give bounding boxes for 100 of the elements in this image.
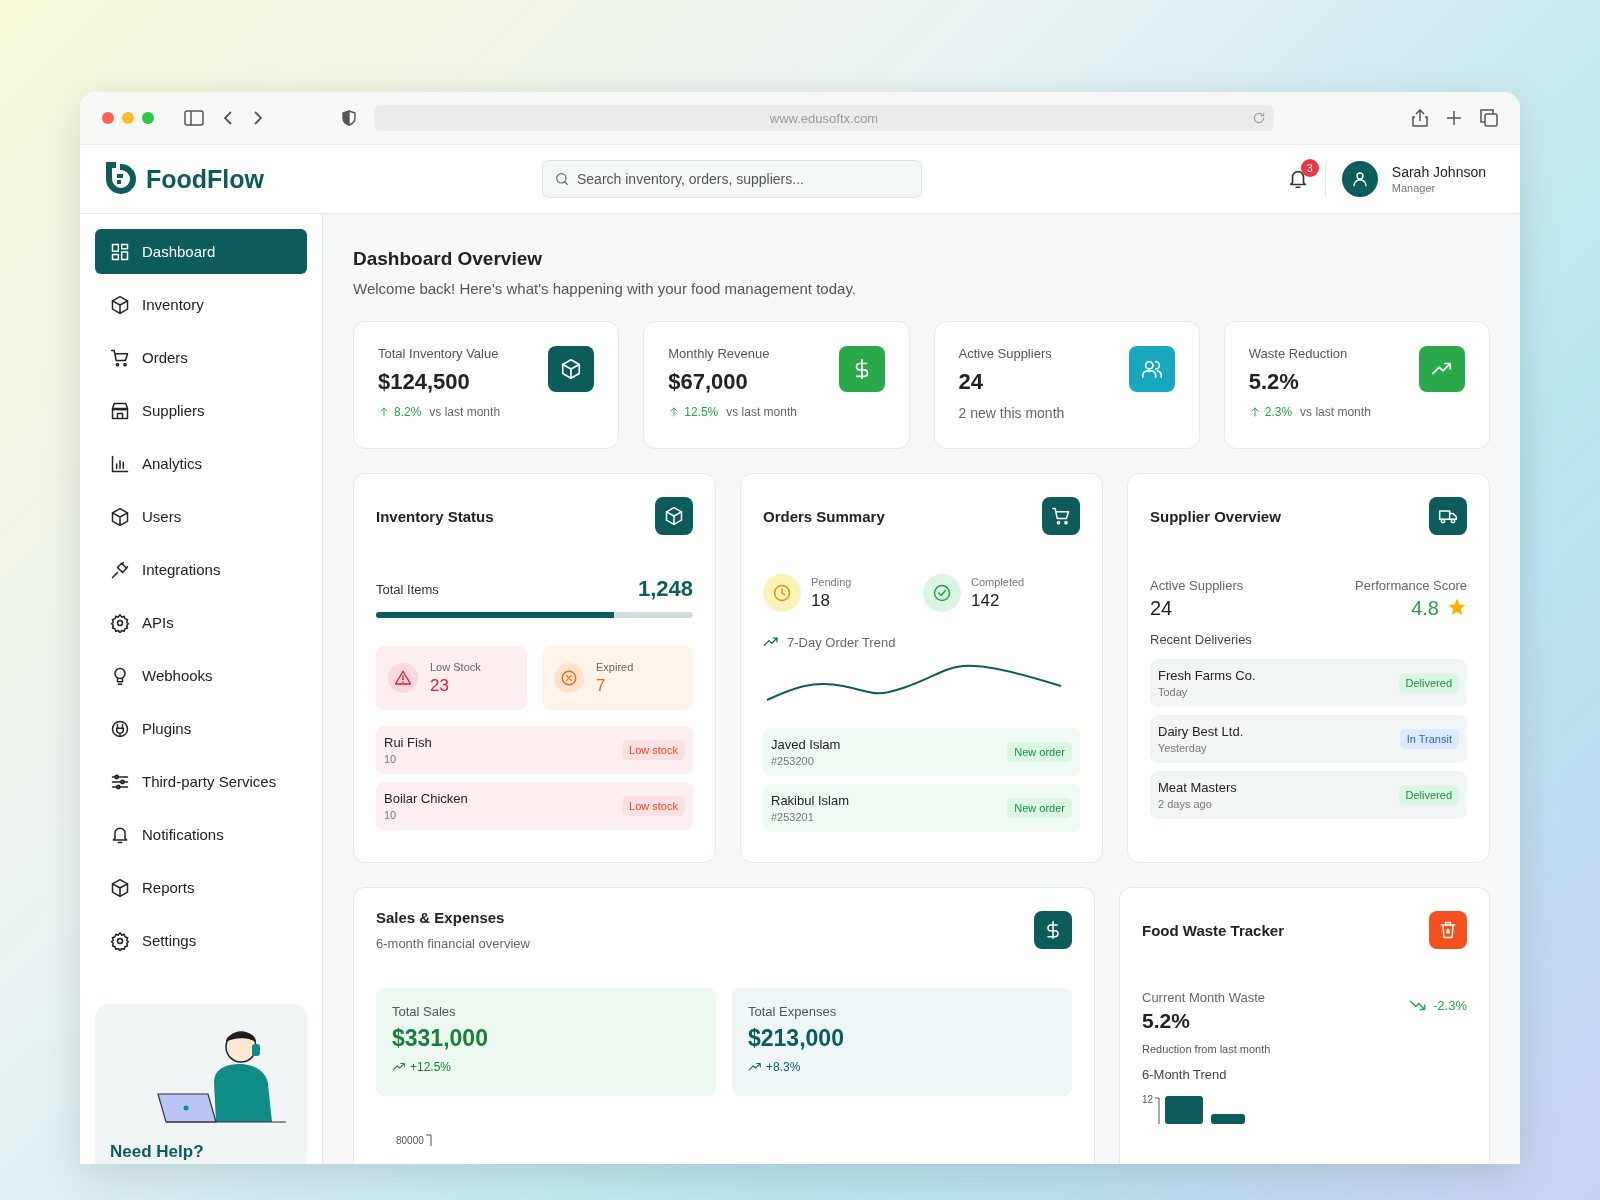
new-tab-icon[interactable] bbox=[1446, 110, 1462, 126]
total-value: $213,000 bbox=[748, 1025, 845, 1052]
item-name: Rui Fish bbox=[384, 735, 432, 750]
sidebar-item[interactable]: Notifications bbox=[95, 812, 307, 857]
current-waste-label: Current Month Waste bbox=[1142, 990, 1267, 1005]
performance-score-label: Performance Score bbox=[1355, 578, 1467, 593]
stat-change: 12.5% bbox=[684, 405, 719, 419]
box-icon bbox=[664, 506, 684, 526]
x-circle-icon bbox=[560, 669, 578, 687]
stat-change: 8.2% bbox=[394, 405, 422, 419]
count-label: Pending bbox=[811, 575, 852, 588]
supplier-name: Fresh Farms Co. bbox=[1158, 668, 1256, 683]
box-icon bbox=[560, 358, 583, 380]
cart-icon bbox=[1051, 506, 1071, 526]
low-stock-row[interactable]: Boilar Chicken 10 Low stock bbox=[376, 782, 693, 830]
forward-icon[interactable] bbox=[252, 110, 264, 126]
share-icon[interactable] bbox=[1412, 109, 1428, 127]
search-field[interactable]: Search inventory, orders, suppliers... bbox=[542, 160, 922, 198]
close-button[interactable] bbox=[102, 112, 114, 124]
stat-value: $124,500 bbox=[378, 369, 471, 395]
stat-note: vs last month bbox=[429, 405, 501, 419]
total-label: Total Expenses bbox=[748, 1004, 838, 1019]
item-quantity: 10 bbox=[384, 809, 398, 821]
waste-note: Reduction from last month bbox=[1142, 1043, 1271, 1055]
stat-note: vs last month bbox=[1300, 405, 1371, 419]
nav-icon bbox=[110, 877, 130, 898]
page-title: Dashboard Overview bbox=[353, 248, 544, 270]
item-name: Boilar Chicken bbox=[384, 791, 468, 806]
arrow-up-icon bbox=[378, 406, 390, 418]
sidebar-item[interactable]: Suppliers bbox=[95, 388, 307, 433]
user-avatar[interactable] bbox=[1341, 161, 1378, 197]
supplier-name: Meat Masters bbox=[1158, 780, 1237, 795]
sidebar-item[interactable]: Integrations bbox=[95, 547, 307, 592]
sidebar-item[interactable]: Third-party Services bbox=[95, 759, 307, 804]
low-stock-row[interactable]: Rui Fish 10 Low stock bbox=[376, 726, 693, 774]
warning-icon bbox=[394, 669, 412, 687]
order-id: #253200 bbox=[771, 755, 815, 767]
sidebar-toggle-icon[interactable] bbox=[184, 110, 204, 126]
stat-label: Total Inventory Value bbox=[378, 346, 500, 361]
user-role: Manager bbox=[1391, 182, 1437, 194]
card-title: Orders Summary bbox=[763, 507, 885, 525]
total-value: $331,000 bbox=[392, 1025, 489, 1052]
card-subtitle: 6-month financial overview bbox=[376, 936, 530, 951]
alert-label: Low Stock bbox=[430, 660, 481, 673]
order-row[interactable]: Rakibul Islam #253201 New order bbox=[763, 784, 1080, 832]
waste-change: -2.3% bbox=[1433, 997, 1467, 1013]
total-items-value: 1,248 bbox=[637, 576, 693, 602]
status-badge: Low stock bbox=[622, 796, 685, 816]
active-suppliers-label: Active Suppliers bbox=[1150, 578, 1244, 593]
count-value: 18 bbox=[811, 590, 831, 611]
nav-icon bbox=[110, 930, 130, 951]
trend-label: 7-Day Order Trend bbox=[787, 634, 896, 650]
delivery-date: Today bbox=[1158, 686, 1189, 698]
current-waste-value: 5.2% bbox=[1142, 1009, 1191, 1033]
sidebar-item[interactable]: Webhooks bbox=[95, 653, 307, 698]
status-badge: In Transit bbox=[1399, 729, 1459, 749]
count-value: 142 bbox=[971, 590, 1001, 611]
supplier-name: Dairy Best Ltd. bbox=[1158, 724, 1244, 739]
card-title: Sales & Expenses bbox=[376, 909, 506, 926]
customer-name: Javed Islam bbox=[771, 737, 841, 752]
section-label: Recent Deliveries bbox=[1150, 632, 1253, 647]
status-badge: New order bbox=[1007, 742, 1072, 762]
total-items-label: Total Items bbox=[376, 581, 439, 597]
nav-icon bbox=[110, 506, 130, 527]
delivery-date: Yesterday bbox=[1158, 742, 1208, 754]
sidebar-item[interactable]: Plugins bbox=[95, 706, 307, 751]
stat-value: 24 bbox=[958, 369, 984, 395]
sidebar-item[interactable]: Dashboard bbox=[95, 229, 307, 274]
back-icon[interactable] bbox=[222, 110, 234, 126]
delivery-row[interactable]: Fresh Farms Co. Today Delivered bbox=[1150, 659, 1467, 707]
user-icon bbox=[1350, 170, 1369, 188]
stat-label: Active Suppliers bbox=[958, 346, 1053, 361]
delivery-row[interactable]: Dairy Best Ltd. Yesterday In Transit bbox=[1150, 715, 1467, 763]
sidebar-item[interactable]: APIs bbox=[95, 600, 307, 645]
alert-value: 7 bbox=[596, 675, 607, 696]
stat-change: 2.3% bbox=[1264, 405, 1293, 419]
sidebar-item[interactable]: Analytics bbox=[95, 441, 307, 486]
order-row[interactable]: Javed Islam #253200 New order bbox=[763, 728, 1080, 776]
customer-name: Rakibul Islam bbox=[771, 793, 850, 808]
axis-tick-icon bbox=[425, 1134, 432, 1146]
user-name: Sarah Johnson bbox=[1391, 164, 1486, 180]
users-icon bbox=[1140, 358, 1163, 380]
nav-icon bbox=[110, 612, 130, 633]
page-subtitle: Welcome back! Here's what's happening with your food management today. bbox=[353, 280, 857, 297]
sidebar-item[interactable]: Settings bbox=[95, 918, 307, 963]
delivery-date: 2 days ago bbox=[1158, 798, 1213, 810]
shield-icon[interactable] bbox=[342, 110, 356, 126]
sidebar-item[interactable]: Orders bbox=[95, 335, 307, 380]
sidebar-item[interactable]: Users bbox=[95, 494, 307, 539]
stat-value: 5.2% bbox=[1248, 369, 1300, 395]
alert-label: Expired bbox=[596, 660, 634, 673]
status-badge: Delivered bbox=[1398, 673, 1459, 693]
sidebar-item[interactable]: Reports bbox=[95, 865, 307, 910]
delivery-row[interactable]: Meat Masters 2 days ago Delivered bbox=[1150, 771, 1467, 819]
tabs-overview-icon[interactable] bbox=[1480, 109, 1498, 127]
stat-note: 2 new this month bbox=[958, 405, 1065, 421]
sidebar-item[interactable]: Inventory bbox=[95, 282, 307, 327]
count-label: Completed bbox=[971, 575, 1025, 588]
total-change: +8.3% bbox=[766, 1060, 801, 1074]
order-id: #253201 bbox=[771, 811, 815, 823]
